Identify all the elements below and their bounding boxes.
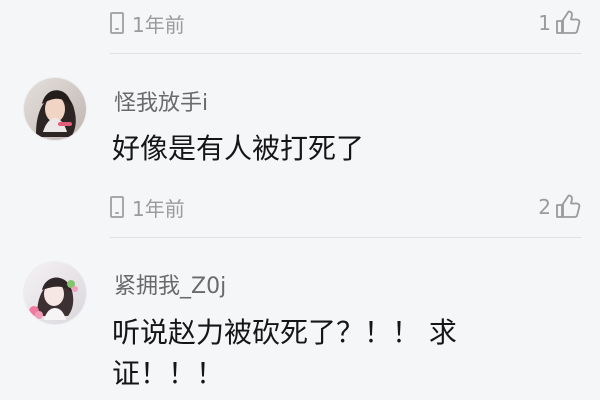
- thumb-up-icon: [556, 10, 581, 34]
- comment-text-3: 听说赵力被砍死了？！！ 求证！！！: [112, 316, 457, 390]
- comment-meta-row-1: 1年前 1: [110, 6, 582, 40]
- comment-meta-left-2: 1年前: [110, 193, 185, 222]
- avatar-comment-2[interactable]: [24, 78, 86, 140]
- comment-text-2: 好像是有人被打死了: [112, 132, 365, 165]
- avatar-comment-3[interactable]: [24, 262, 86, 324]
- like-button-1[interactable]: 1: [538, 9, 582, 37]
- phone-icon: [110, 12, 124, 34]
- comment-meta-row-2: 1年前 2: [110, 190, 582, 224]
- username-comment-2[interactable]: 怪我放手i: [114, 85, 208, 117]
- comment-meta-left-1: 1年前: [110, 9, 185, 38]
- divider-2: [110, 237, 582, 238]
- like-count-2: 2: [538, 195, 551, 219]
- comment-time-1: 1年前: [132, 12, 185, 37]
- thumb-up-icon: [556, 194, 581, 218]
- divider-1: [110, 53, 582, 54]
- comment-time-2: 1年前: [132, 196, 185, 221]
- username-comment-3[interactable]: 紧拥我_Z0j: [114, 268, 226, 300]
- phone-icon: [110, 196, 124, 218]
- like-button-2[interactable]: 2: [538, 193, 582, 221]
- like-count-1: 1: [538, 11, 551, 35]
